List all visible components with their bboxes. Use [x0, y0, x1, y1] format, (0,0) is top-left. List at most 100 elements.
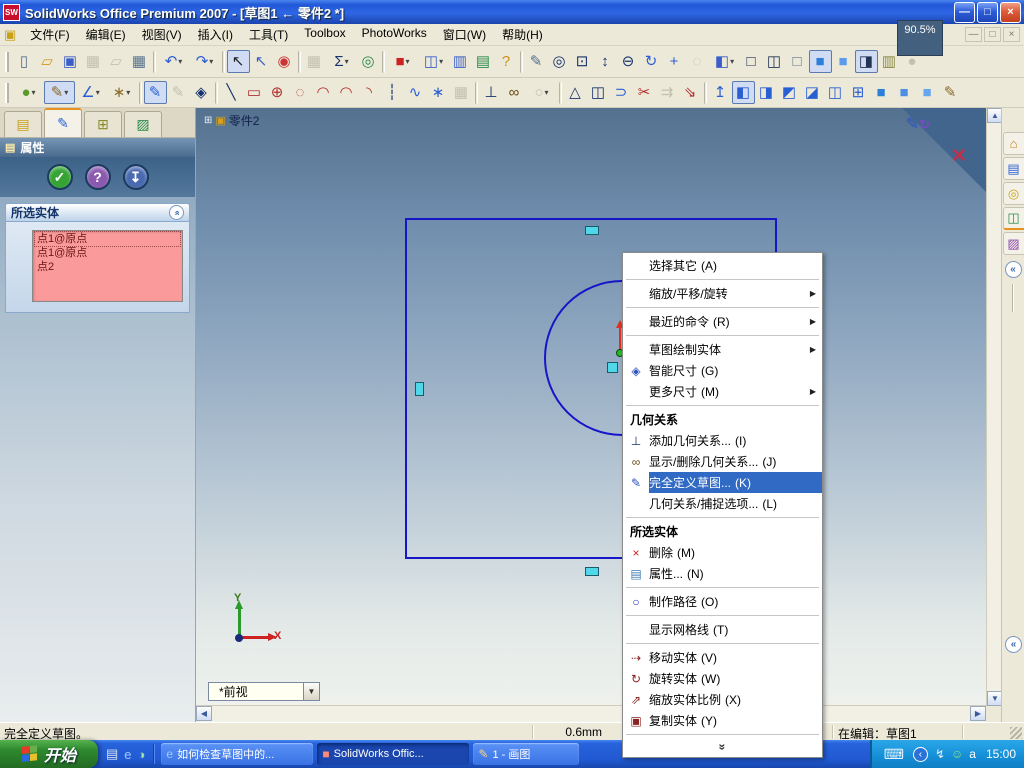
toolbar-button[interactable]: ◨	[855, 50, 878, 73]
toolbar-button[interactable]: ◌	[289, 81, 312, 104]
toolbar-button[interactable]: ↖	[250, 50, 273, 73]
toolbar-button[interactable]: △	[564, 81, 587, 104]
toolbar-button[interactable]: ◧	[732, 81, 755, 104]
scroll-right-button[interactable]: ▶	[970, 706, 986, 721]
task-pane-tab[interactable]: ▨	[1002, 232, 1024, 255]
dropdown-arrow-icon[interactable]: ▾	[545, 88, 549, 97]
toolbar-button[interactable]: ◫	[824, 81, 847, 104]
context-menu-item[interactable]	[623, 276, 822, 283]
dropdown-arrow-icon[interactable]: ▾	[439, 57, 443, 66]
menu-item[interactable]: 文件(F)	[22, 24, 77, 45]
task-pane-collapse-button[interactable]: «	[1004, 261, 1022, 278]
toolbar-button[interactable]: ◌	[686, 50, 709, 73]
collapse-chevron-button[interactable]: »	[169, 205, 184, 220]
context-menu-item[interactable]	[623, 402, 822, 409]
context-menu-item[interactable]: »	[623, 738, 822, 755]
context-menu-item[interactable]: ◈ 智能尺寸 (G)	[623, 360, 822, 381]
toolbar-button[interactable]: ◠	[335, 81, 358, 104]
toolbar-button[interactable]: ▦	[303, 50, 326, 73]
context-menu-item[interactable]: ∞ 显示/删除几何关系... (J)	[623, 451, 822, 472]
context-menu-item[interactable]: ⇢ 移动实体 (V)	[623, 647, 822, 668]
child-window-button[interactable]: —	[965, 27, 982, 42]
task-pane-tab[interactable]: ◫	[1002, 207, 1024, 230]
dropdown-arrow-icon[interactable]: ▾	[209, 57, 213, 66]
context-menu-item[interactable]: ⇗ 缩放实体比例 (X)	[623, 689, 822, 710]
toolbar-button[interactable]: ● ▾	[13, 81, 44, 104]
toolbar-button[interactable]: ▦	[82, 50, 105, 73]
exit-sketch-icon[interactable]: ✎↻	[906, 114, 930, 134]
quick-launch-icon[interactable]: ◑	[138, 747, 146, 762]
midpoint-marker-top[interactable]	[585, 226, 599, 235]
toolbar-button[interactable]: ▭	[243, 81, 266, 104]
dropdown-arrow-icon[interactable]: ▾	[406, 57, 410, 66]
dropdown-arrow-icon[interactable]: ▾	[730, 57, 734, 66]
toolbar-button[interactable]: ■	[916, 81, 939, 104]
tree-expander-icon[interactable]: ⊞	[204, 115, 212, 126]
context-menu-item[interactable]: ↻ 旋转实体 (W)	[623, 668, 822, 689]
tray-icon[interactable]: ☺	[951, 747, 963, 761]
selected-entity-item[interactable]: 点2	[35, 260, 180, 274]
start-button[interactable]: 开始	[0, 740, 98, 768]
toolbar-button[interactable]: ■	[893, 81, 916, 104]
toolbar-button[interactable]: ◫	[587, 81, 610, 104]
toolbar-button[interactable]: ◫ ▾	[418, 50, 449, 73]
toolbar-button[interactable]: ⇉	[656, 81, 679, 104]
window-button[interactable]: —	[954, 1, 975, 23]
hide-icons-button[interactable]: ‹	[912, 746, 928, 762]
toolbar-grip[interactable]	[5, 82, 9, 103]
toolbar-button[interactable]: ▦	[450, 81, 473, 104]
toolbar-button[interactable]	[520, 50, 523, 73]
toolbar-button[interactable]: ↶ ▾	[158, 50, 189, 73]
context-menu-item[interactable]	[623, 584, 822, 591]
toolbar-button[interactable]: ◠	[312, 81, 335, 104]
toolbar-button[interactable]: ↖	[227, 50, 250, 73]
toolbar-button[interactable]: ▣	[59, 50, 82, 73]
midpoint-marker-bottom[interactable]	[585, 567, 599, 576]
menu-item[interactable]: PhotoWorks	[354, 24, 435, 45]
context-menu-item[interactable]: ▤ 属性... (N)	[623, 563, 822, 584]
toolbar-button[interactable]: ⊡	[571, 50, 594, 73]
dropdown-arrow-icon[interactable]: ▾	[178, 57, 182, 66]
context-menu-item[interactable]: 几何关系/捕捉选项... (L)	[623, 493, 822, 514]
toolbar-button[interactable]: ◨	[755, 81, 778, 104]
feature-tree-node[interactable]: ⊞ ▣ 零件2	[204, 112, 259, 129]
menu-item[interactable]: 工具(T)	[241, 24, 296, 45]
context-menu-item[interactable]	[623, 612, 822, 619]
menu-item[interactable]: 帮助(H)	[494, 24, 551, 45]
toolbar-button[interactable]: ◧ ▾	[709, 50, 740, 73]
dropdown-arrow-icon[interactable]: ▾	[32, 88, 36, 97]
context-menu-item[interactable]: 所选实体	[623, 521, 822, 542]
context-menu-item[interactable]: 草图绘制实体 ▶	[623, 339, 822, 360]
toolbar-button[interactable]: Σ ▾	[326, 50, 357, 73]
midpoint-marker-left[interactable]	[415, 382, 424, 396]
taskbar-task-button[interactable]: ■ SolidWorks Offic...	[317, 743, 470, 765]
menu-item[interactable]: 插入(I)	[190, 24, 241, 45]
property-action-button[interactable]: ↧	[122, 164, 149, 190]
toolbar-button[interactable]: □	[740, 50, 763, 73]
toolbar-button[interactable]: ⊃	[610, 81, 633, 104]
task-pane-tab[interactable]: ◎	[1002, 182, 1024, 205]
toolbar-button[interactable]: ✎	[144, 81, 167, 104]
toolbar-button[interactable]: +	[663, 50, 686, 73]
toolbar-button[interactable]: ▥	[449, 50, 472, 73]
vertical-scrollbar[interactable]: ▲ ▼	[986, 108, 1003, 706]
toolbar-button[interactable]: ◉	[273, 50, 296, 73]
toolbar-button[interactable]	[382, 50, 385, 73]
toolbar-button[interactable]: ✎	[939, 81, 962, 104]
task-pane-tab[interactable]: ▤	[1002, 157, 1024, 180]
toolbar-button[interactable]: ■	[809, 50, 832, 73]
graphics-viewport[interactable]: ⊞ ▣ 零件2 ✎↻ × Y X *前视 ▼ ◀ ▶	[196, 108, 986, 722]
child-window-button[interactable]: □	[984, 27, 1001, 42]
toolbar-button[interactable]: ↕	[594, 50, 617, 73]
keyboard-icon[interactable]: ⌨	[884, 746, 904, 763]
toolbar-button[interactable]: ✂	[633, 81, 656, 104]
toolbar-button[interactable]: ◪	[801, 81, 824, 104]
toolbar-button[interactable]	[559, 81, 562, 104]
selected-entity-item[interactable]: 点1@原点	[35, 246, 180, 260]
view-orientation-combo[interactable]: *前视 ▼	[208, 682, 320, 701]
context-menu-item[interactable]: ▣ 复制实体 (Y)	[623, 710, 822, 731]
toolbar-button[interactable]: ▯	[13, 50, 36, 73]
toolbar-button[interactable]: ▦	[128, 50, 151, 73]
cancel-sketch-icon[interactable]: ×	[952, 144, 966, 168]
toolbar-button[interactable]: ◝	[358, 81, 381, 104]
